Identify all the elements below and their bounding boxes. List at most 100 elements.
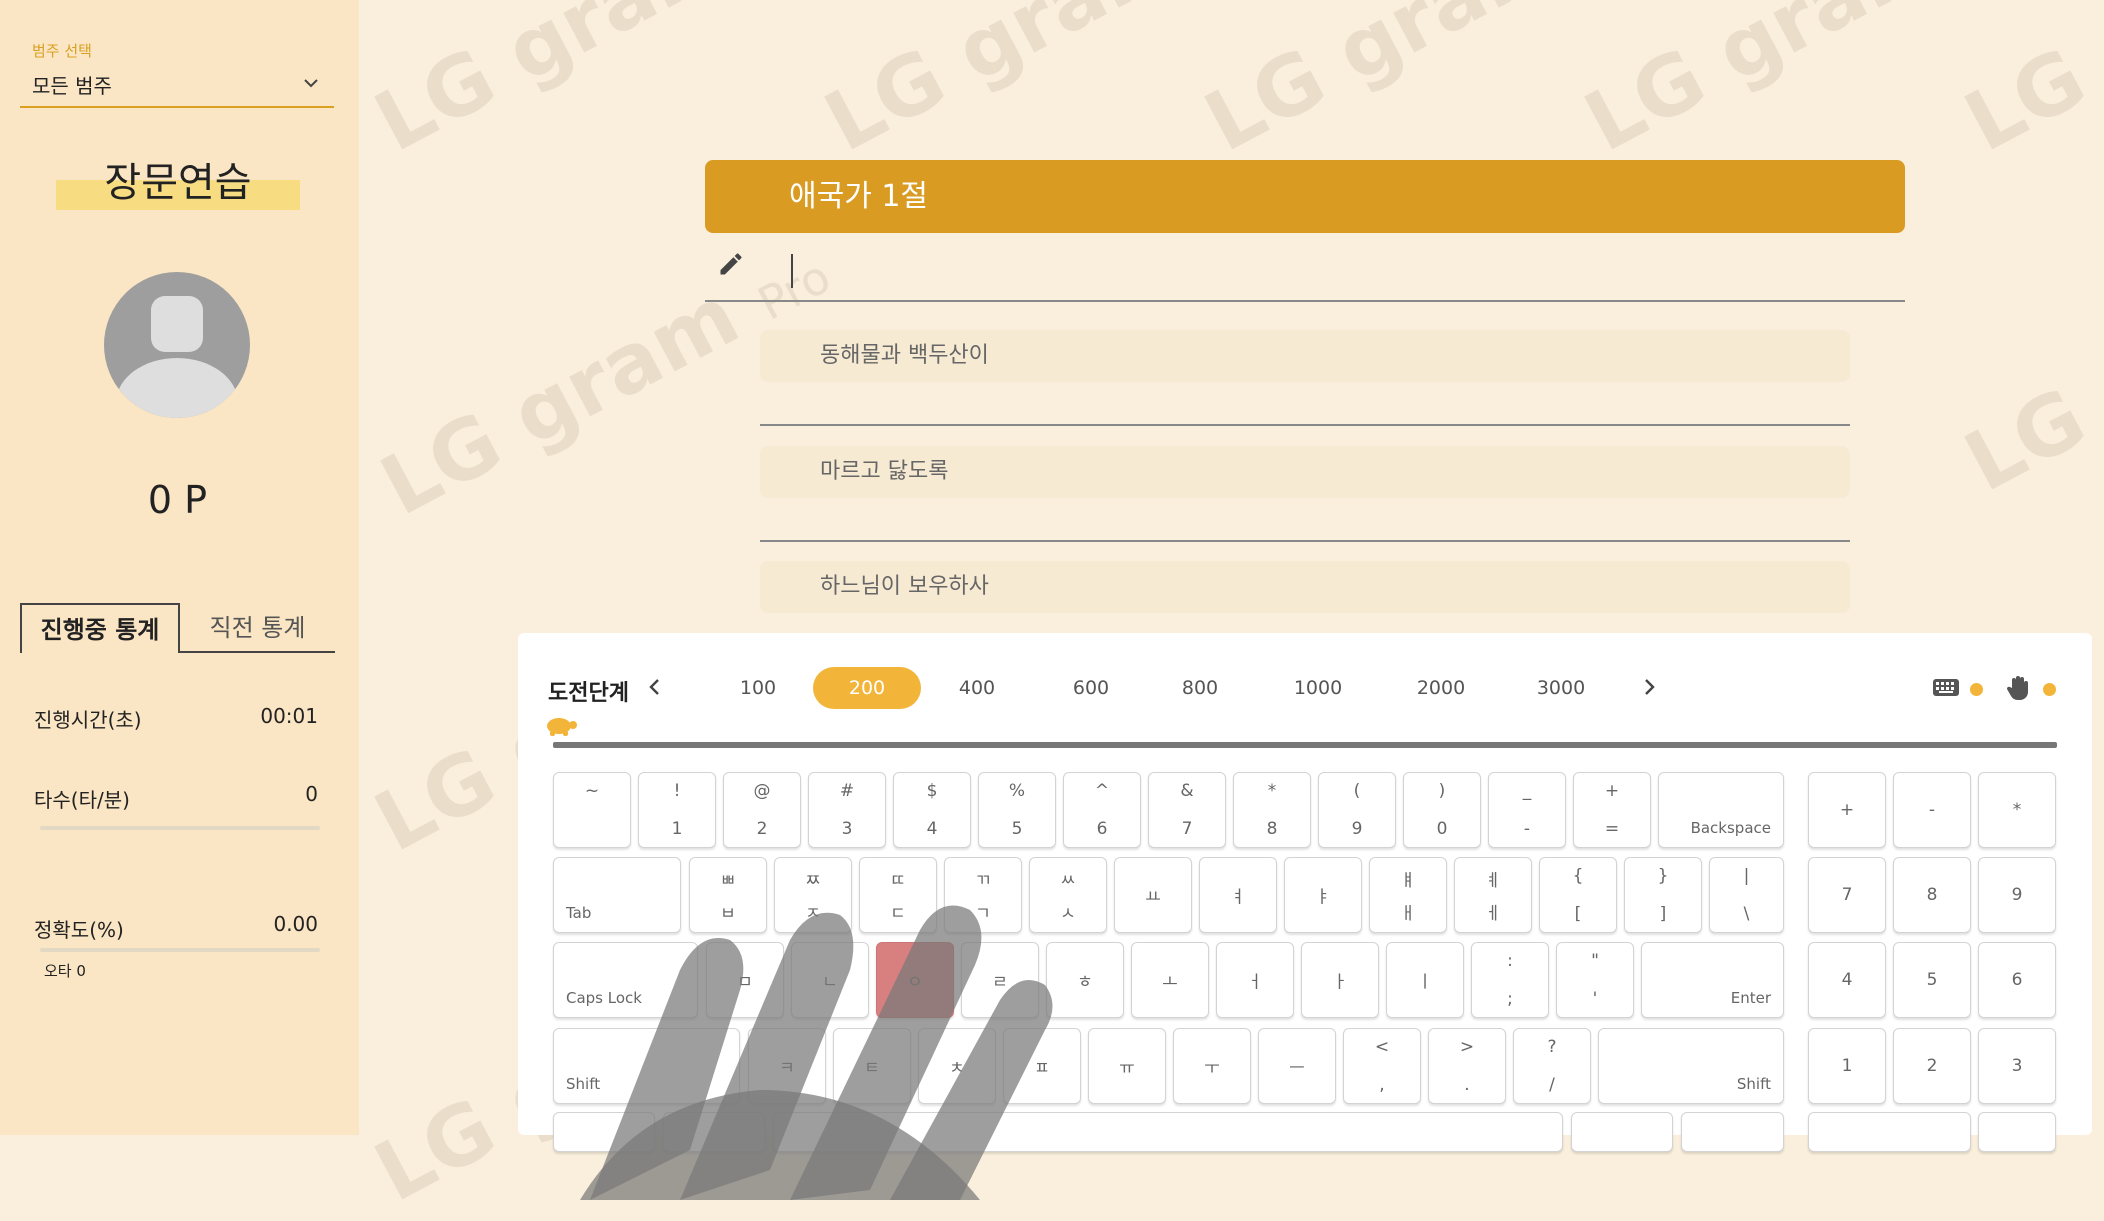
key-equal[interactable]: + = bbox=[1573, 772, 1651, 848]
key-e[interactable]: ㄸㄷ bbox=[859, 857, 937, 933]
key-alt[interactable] bbox=[663, 1112, 765, 1152]
key-u[interactable]: ㅕ bbox=[1199, 857, 1277, 933]
level-1000[interactable]: 1000 bbox=[1263, 667, 1373, 709]
hand-toggle-dot[interactable] bbox=[2043, 683, 2056, 696]
numpad-5[interactable]: 5 bbox=[1893, 942, 1971, 1018]
key-g[interactable]: ㅎ bbox=[1046, 942, 1124, 1018]
keyboard-toggle-dot[interactable] bbox=[1970, 683, 1983, 696]
key-bracket-left[interactable]: {[ bbox=[1539, 857, 1617, 933]
key-o[interactable]: ㅒㅐ bbox=[1369, 857, 1447, 933]
key-s[interactable]: ㄴ bbox=[791, 942, 869, 1018]
key-c[interactable]: ㅊ bbox=[918, 1028, 996, 1104]
numpad-4[interactable]: 4 bbox=[1808, 942, 1886, 1018]
level-800[interactable]: 800 bbox=[1155, 667, 1245, 709]
level-100[interactable]: 100 bbox=[713, 667, 803, 709]
numpad-plus[interactable]: + bbox=[1808, 772, 1886, 848]
key-8[interactable]: * 8 bbox=[1233, 772, 1311, 848]
key-semicolon[interactable]: :; bbox=[1471, 942, 1549, 1018]
progress-track bbox=[553, 742, 2057, 748]
key-t[interactable]: ㅆㅅ bbox=[1029, 857, 1107, 933]
key-hangul[interactable] bbox=[1571, 1112, 1673, 1152]
tab-previous-stats[interactable]: 직전 통계 bbox=[180, 603, 335, 653]
key-a[interactable]: ㅁ bbox=[706, 942, 784, 1018]
stat-label-speed: 타수(타/분) bbox=[34, 788, 130, 812]
key-1[interactable]: ! 1 bbox=[638, 772, 716, 848]
key-j[interactable]: ㅓ bbox=[1216, 942, 1294, 1018]
key-slash[interactable]: ? / bbox=[1513, 1028, 1591, 1104]
numpad-7[interactable]: 7 bbox=[1808, 857, 1886, 933]
key-9[interactable]: (9 bbox=[1318, 772, 1396, 848]
level-600[interactable]: 600 bbox=[1046, 667, 1136, 709]
hand-icon[interactable] bbox=[2006, 674, 2032, 702]
key-z[interactable]: ㅋ bbox=[748, 1028, 826, 1104]
watermark: LG gram bbox=[1950, 244, 2104, 511]
key-backslash[interactable]: | \ bbox=[1709, 857, 1784, 933]
numpad-9[interactable]: 9 bbox=[1978, 857, 2056, 933]
chevron-down-icon bbox=[304, 79, 318, 88]
key-f[interactable]: ㄹ bbox=[961, 942, 1039, 1018]
key-p[interactable]: ㅖㅔ bbox=[1454, 857, 1532, 933]
key-caps-lock[interactable]: Caps Lock bbox=[553, 942, 698, 1018]
key-3[interactable]: #3 bbox=[808, 772, 886, 848]
keyboard-icon[interactable] bbox=[1932, 677, 1960, 699]
key-d-highlighted[interactable]: ㅇ bbox=[876, 942, 954, 1018]
numpad-3[interactable]: 3 bbox=[1978, 1028, 2056, 1104]
key-m[interactable]: ㅡ bbox=[1258, 1028, 1336, 1104]
typing-input[interactable] bbox=[705, 236, 1905, 302]
key-shift-left[interactable]: Shift bbox=[553, 1028, 740, 1104]
key-q[interactable]: ㅃㅂ bbox=[689, 857, 767, 933]
key-r[interactable]: ㄲㄱ bbox=[944, 857, 1022, 933]
key-5[interactable]: % 5 bbox=[978, 772, 1056, 848]
key-quote[interactable]: " ' bbox=[1556, 942, 1634, 1018]
key-ctrl[interactable] bbox=[553, 1112, 655, 1152]
practice-line: 동해물과 백두산이 bbox=[760, 330, 1850, 382]
key-x[interactable]: ㅌ bbox=[833, 1028, 911, 1104]
numpad-0[interactable] bbox=[1808, 1112, 1971, 1152]
key-enter[interactable]: Enter bbox=[1641, 942, 1784, 1018]
key-i[interactable]: ㅑ bbox=[1284, 857, 1362, 933]
numpad-multiply[interactable]: * bbox=[1978, 772, 2056, 848]
key-space[interactable] bbox=[773, 1112, 1563, 1152]
level-200[interactable]: 200 bbox=[813, 667, 921, 709]
numpad-6[interactable]: 6 bbox=[1978, 942, 2056, 1018]
key-period[interactable]: >. bbox=[1428, 1028, 1506, 1104]
key-n[interactable]: ㅜ bbox=[1173, 1028, 1251, 1104]
level-3000[interactable]: 3000 bbox=[1506, 667, 1616, 709]
key-comma[interactable]: <, bbox=[1343, 1028, 1421, 1104]
key-bracket-right[interactable]: }] bbox=[1624, 857, 1702, 933]
key-0[interactable]: ) 0 bbox=[1403, 772, 1481, 848]
watermark: LG gram bbox=[810, 0, 1198, 171]
key-6[interactable]: ^ 6 bbox=[1063, 772, 1141, 848]
category-select[interactable]: 모든 범주 bbox=[20, 66, 334, 108]
level-2000[interactable]: 2000 bbox=[1386, 667, 1496, 709]
text-caret bbox=[791, 254, 793, 288]
key-b[interactable]: ㅠ bbox=[1088, 1028, 1166, 1104]
level-400[interactable]: 400 bbox=[932, 667, 1022, 709]
numpad-8[interactable]: 8 bbox=[1893, 857, 1971, 933]
key-2[interactable]: @2 bbox=[723, 772, 801, 848]
practice-line-input[interactable] bbox=[760, 424, 1850, 426]
key-minus[interactable]: _ - bbox=[1488, 772, 1566, 848]
numpad-1[interactable]: 1 bbox=[1808, 1028, 1886, 1104]
tab-current-stats[interactable]: 진행중 통계 bbox=[20, 603, 180, 653]
key-7[interactable]: & 7 bbox=[1148, 772, 1226, 848]
key-l[interactable]: ㅣ bbox=[1386, 942, 1464, 1018]
chevron-right-icon[interactable] bbox=[1636, 674, 1662, 700]
key-tab[interactable]: Tab bbox=[553, 857, 681, 933]
key-v[interactable]: ㅍ bbox=[1003, 1028, 1081, 1104]
accuracy-bar bbox=[40, 948, 320, 952]
key-shift-right[interactable]: Shift bbox=[1598, 1028, 1784, 1104]
key-y[interactable]: ㅛ bbox=[1114, 857, 1192, 933]
key-w[interactable]: ㅉㅈ bbox=[774, 857, 852, 933]
numpad-2[interactable]: 2 bbox=[1893, 1028, 1971, 1104]
key-k[interactable]: ㅏ bbox=[1301, 942, 1379, 1018]
key-4[interactable]: $4 bbox=[893, 772, 971, 848]
key-backspace[interactable]: Backspace bbox=[1658, 772, 1784, 848]
key-tilde[interactable]: ~ bbox=[553, 772, 631, 848]
chevron-left-icon[interactable] bbox=[642, 674, 668, 700]
numpad-dot[interactable] bbox=[1978, 1112, 2056, 1152]
key-h[interactable]: ㅗ bbox=[1131, 942, 1209, 1018]
numpad-minus[interactable]: - bbox=[1893, 772, 1971, 848]
key-ctrl-right[interactable] bbox=[1681, 1112, 1784, 1152]
practice-line-input[interactable] bbox=[760, 540, 1850, 542]
